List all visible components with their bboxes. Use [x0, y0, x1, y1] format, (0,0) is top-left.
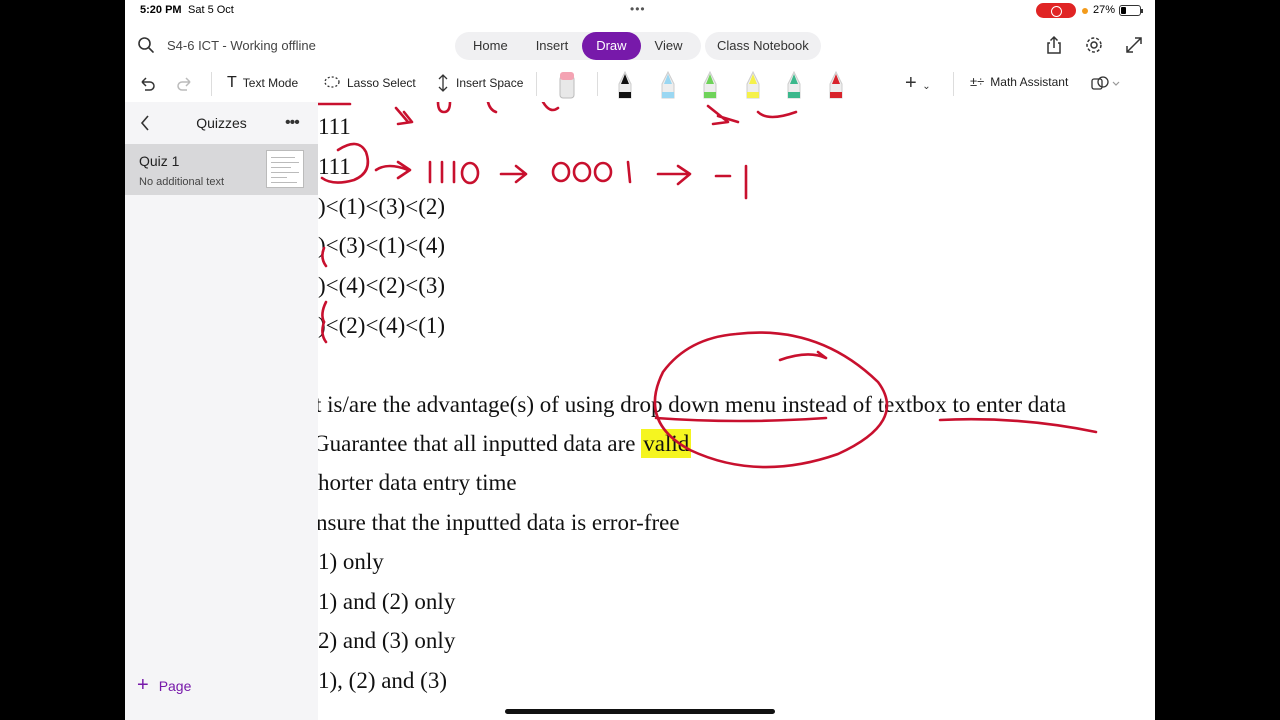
pen-icon[interactable]: [784, 70, 804, 100]
search-icon[interactable]: [137, 36, 155, 54]
question-text: t is/are the advantage(s) of using drop …: [318, 392, 1067, 417]
plus-icon: +: [137, 674, 149, 696]
insert-space-button[interactable]: Insert Space: [436, 74, 523, 92]
tab-home[interactable]: Home: [459, 32, 522, 60]
text-line: 111: [318, 154, 351, 179]
add-page-button[interactable]: + Page: [137, 674, 191, 697]
lasso-icon: [324, 76, 340, 88]
class-notebook-button[interactable]: Class Notebook: [705, 32, 821, 60]
pen-icon[interactable]: [826, 70, 846, 100]
answer-option-b: 1) and (2) only: [318, 589, 456, 614]
tab-insert[interactable]: Insert: [522, 32, 583, 60]
math-assistant-label: Math Assistant: [990, 74, 1069, 89]
page-subtitle: No additional text: [139, 176, 224, 188]
page-thumbnail: [266, 150, 304, 188]
option-line: )<(4)<(2)<(3): [318, 273, 446, 298]
insert-space-label: Insert Space: [456, 76, 524, 90]
answer-option-d: 1), (2) and (3): [318, 668, 448, 693]
screen-record-icon: [1036, 3, 1076, 18]
answer-option-a: 1) only: [318, 549, 384, 574]
text-line: 111: [318, 114, 351, 139]
math-assistant-button[interactable]: ±÷ Math Assistant: [970, 74, 1068, 89]
option-line: )<(3)<(1)<(4): [318, 233, 446, 258]
pen-icon[interactable]: [658, 70, 678, 100]
document-title: S4-6 ICT - Working offline: [167, 38, 316, 53]
answer-option-c: 2) and (3) only: [318, 628, 456, 653]
undo-icon[interactable]: [137, 74, 157, 94]
more-options-icon[interactable]: •••: [285, 114, 300, 132]
page-list-item[interactable]: Quiz 1 No additional text: [125, 144, 318, 195]
shapes-icon[interactable]: [1091, 74, 1121, 94]
tab-view[interactable]: View: [641, 32, 697, 60]
battery-icon: [1119, 5, 1143, 16]
math-icon: ±÷: [970, 74, 985, 89]
statement-1: Guarantee that all inputted data are val…: [318, 429, 692, 458]
battery-percent: 27%: [1093, 4, 1116, 16]
share-icon[interactable]: [1044, 35, 1064, 55]
text-mode-button[interactable]: T Text Mode: [227, 74, 298, 92]
statement-2: horter data entry time: [318, 470, 517, 495]
status-date: Sat 5 Oct: [188, 4, 234, 16]
expand-icon[interactable]: [1124, 35, 1144, 55]
tab-draw[interactable]: Draw: [582, 32, 641, 60]
pen-icon[interactable]: [700, 70, 720, 100]
lasso-select-button[interactable]: Lasso Select: [323, 74, 416, 92]
title-bar: S4-6 ICT - Working offline Home Insert D…: [125, 24, 1155, 66]
page-list-sidebar: Quizzes ••• Quiz 1 No additional text + …: [125, 102, 318, 720]
lasso-select-label: Lasso Select: [347, 76, 416, 90]
add-page-label: Page: [158, 677, 192, 694]
ribbon-tabs: Home Insert Draw View: [455, 32, 701, 60]
status-time: 5:20 PM: [140, 4, 182, 16]
mic-indicator-icon: [1082, 8, 1088, 14]
text-mode-icon: T: [227, 74, 237, 91]
insert-space-icon: [438, 74, 448, 92]
option-line: )<(1)<(3)<(2): [318, 194, 446, 219]
pen-icon[interactable]: [615, 70, 635, 100]
home-indicator[interactable]: [505, 709, 775, 714]
multitask-dots-icon[interactable]: •••: [630, 2, 646, 16]
option-line: )<(2)<(4)<(1): [318, 313, 446, 338]
pen-icon[interactable]: [743, 70, 763, 100]
highlighted-word: valid: [641, 429, 692, 458]
page-canvas[interactable]: 111 111 )<(1)<(3)<(2) )<(3)<(1)<(4) )<(4…: [318, 102, 1155, 720]
statement-3: nsure that the inputted data is error-fr…: [318, 510, 680, 535]
text-mode-label: Text Mode: [242, 76, 299, 90]
draw-toolbar: T Text Mode Lasso Select Insert Space + …: [125, 66, 1155, 102]
gear-icon[interactable]: [1084, 35, 1104, 55]
page-title: Quiz 1: [139, 153, 180, 169]
redo-icon[interactable]: [175, 74, 195, 94]
status-bar: 5:20 PM Sat 5 Oct ••• 27%: [125, 0, 1155, 22]
add-pen-icon[interactable]: + ⌄: [905, 72, 931, 95]
eraser-icon[interactable]: [557, 70, 577, 100]
